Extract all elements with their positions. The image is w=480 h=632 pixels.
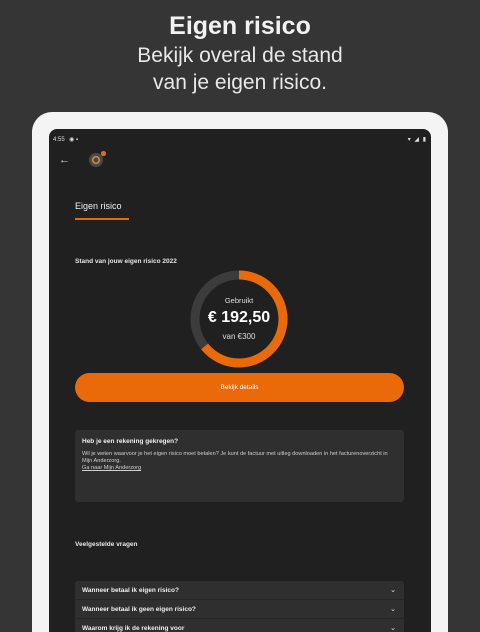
faq-heading: Veelgestelde vragen [75, 541, 138, 548]
mijn-anderzorg-link[interactable]: Ga naar Mijn Anderzorg [82, 465, 397, 471]
faq-item-label: Wanneer betaal ik geen eigen risico? [82, 606, 196, 613]
invoice-info-card: Heb je een rekening gekregen? Wil je wet… [75, 430, 404, 502]
chevron-down-icon: ⌄ [390, 606, 396, 613]
notification-icons: ◉ ▪ [69, 137, 79, 143]
app-screen: 4:55 ◉ ▪ ▾ ◢ ▮ ← Eigen risico Stand van … [49, 129, 431, 632]
invoice-question: Heb je een rekening gekregen? [82, 438, 179, 445]
promo-title: Eigen risico [169, 12, 311, 40]
tab-eigen-risico[interactable]: Eigen risico [75, 201, 129, 220]
app-logo [89, 150, 107, 167]
faq-item-label: Wanneer betaal ik eigen risico? [82, 587, 179, 594]
chevron-down-icon: ⌄ [390, 587, 396, 594]
faq-list: Wanneer betaal ik eigen risico? ⌄ Wannee… [75, 581, 404, 632]
system-icons: ▾ ◢ ▮ [407, 137, 427, 143]
status-time: 4:55 [53, 137, 65, 143]
chevron-down-icon: ⌄ [390, 625, 396, 632]
promo-subtitle: Bekijk overal de stand van je eigen risi… [0, 42, 480, 96]
status-bar: 4:55 ◉ ▪ ▾ ◢ ▮ [49, 129, 431, 151]
used-label: Gebruikt [224, 296, 254, 305]
used-amount: € 192,50 [207, 309, 271, 326]
standing-label: Stand van jouw eigen risico 2022 [75, 258, 177, 265]
faq-item-label: Waarom krijg ik de rekening voor [82, 625, 185, 632]
faq-item[interactable]: Waarom krijg ik de rekening voor ⌄ [75, 619, 404, 632]
faq-item[interactable]: Wanneer betaal ik geen eigen risico? ⌄ [75, 600, 404, 619]
promo-subtitle-line-1: Bekijk overal de stand [137, 44, 343, 67]
faq-item[interactable]: Wanneer betaal ik eigen risico? ⌄ [75, 581, 404, 600]
promo-subtitle-line-2: van je eigen risico. [153, 71, 327, 94]
details-button[interactable]: Bekijk details [75, 373, 404, 402]
back-arrow-icon[interactable]: ← [59, 154, 70, 166]
invoice-body: Wil je weten waarvoor je het eigen risic… [82, 451, 388, 464]
total-label: van €300 [222, 332, 256, 341]
